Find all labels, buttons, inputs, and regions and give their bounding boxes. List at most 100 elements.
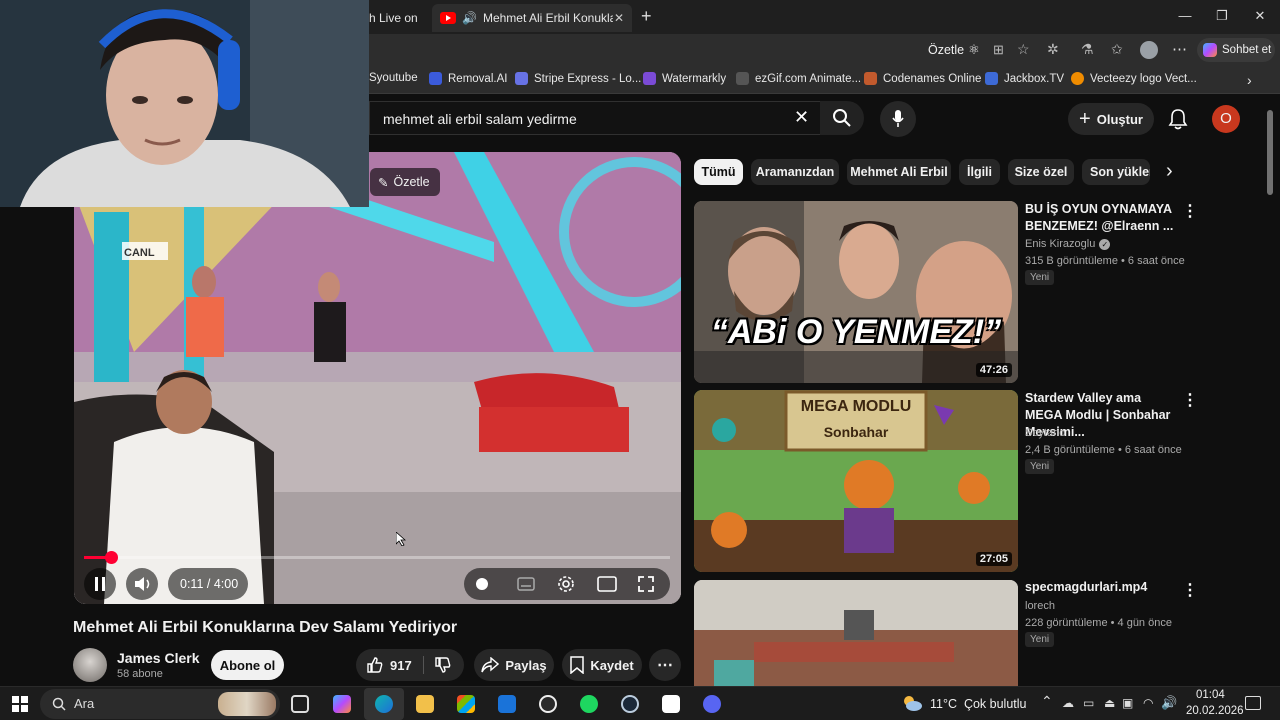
- clock-time[interactable]: 01:04: [1196, 689, 1225, 701]
- bookmark-favicon-icon: [643, 72, 656, 85]
- weather-text[interactable]: 11°C Çok bulutlu: [930, 697, 1026, 711]
- minimize-icon[interactable]: —: [1170, 8, 1200, 26]
- chat-button[interactable]: Sohbet et: [1197, 38, 1275, 62]
- weather-cloud-icon: [901, 693, 923, 713]
- bookmark-item[interactable]: Watermarkly: [643, 72, 726, 85]
- wifi-icon[interactable]: ◠: [1143, 696, 1153, 710]
- collections-icon[interactable]: ⚗: [1081, 41, 1094, 58]
- related-title[interactable]: BU İŞ OYUN OYNAMAYA BENZEMEZ! @Elraenn .…: [1025, 201, 1175, 235]
- steam-icon[interactable]: [621, 695, 639, 713]
- chips-next-chevron-icon[interactable]: ›: [1166, 160, 1173, 183]
- summarize-button[interactable]: Özetle ⚛: [928, 42, 980, 58]
- bookmark-item[interactable]: Codenames Online: [864, 72, 981, 85]
- notepad-icon[interactable]: [662, 695, 680, 713]
- autoplay-toggle[interactable]: [476, 578, 488, 590]
- file-explorer-icon[interactable]: [416, 695, 434, 713]
- favorite-star-icon[interactable]: ☆: [1017, 41, 1030, 58]
- bookmark-item[interactable]: Removal.AI: [429, 72, 507, 85]
- notifications-icon[interactable]: [1245, 696, 1261, 710]
- captions-icon[interactable]: [517, 577, 535, 591]
- bookmark-favicon-icon: [515, 72, 528, 85]
- video-duration: 47:26: [975, 363, 1012, 377]
- bookmark-item[interactable]: Stripe Express - Lo...: [515, 72, 641, 85]
- edge-browser-icon[interactable]: [375, 695, 393, 713]
- related-channel[interactable]: Enis Kirazoglu ✓: [1025, 238, 1111, 250]
- windows-start-icon[interactable]: [12, 696, 28, 712]
- chip-related[interactable]: İlgili: [959, 159, 1000, 185]
- account-avatar[interactable]: O: [1212, 105, 1240, 133]
- taskbar-search[interactable]: Ara: [40, 689, 280, 719]
- close-tab-icon[interactable]: ✕: [614, 11, 624, 25]
- volume-button[interactable]: [126, 568, 158, 600]
- related-thumbnail[interactable]: [694, 580, 1018, 686]
- fullscreen-icon[interactable]: [638, 576, 654, 592]
- thumbs-down-icon[interactable]: [434, 656, 452, 674]
- notifications-bell-icon[interactable]: [1168, 108, 1188, 130]
- chip-channel[interactable]: Mehmet Ali Erbil: [847, 159, 951, 185]
- related-channel[interactable]: lorech: [1025, 600, 1055, 612]
- discord-icon[interactable]: [703, 695, 721, 713]
- bookmark-item[interactable]: ezGif.com Animate...: [736, 72, 861, 85]
- more-actions-button[interactable]: ⋯: [649, 649, 681, 681]
- create-button[interactable]: + Oluştur: [1068, 103, 1154, 135]
- channel-name[interactable]: James Clerk: [117, 650, 200, 666]
- clock-date[interactable]: 20.02.2026: [1186, 705, 1244, 717]
- bookmark-item[interactable]: Jackbox.TV: [985, 72, 1064, 85]
- chip-recently-uploaded[interactable]: Son yüklen: [1082, 159, 1150, 185]
- more-vertical-icon[interactable]: ⋮: [1182, 201, 1198, 221]
- related-thumbnail[interactable]: MEGA MODLU Sonbahar 27:05: [694, 390, 1018, 572]
- related-channel[interactable]: Soytario: [1025, 427, 1065, 439]
- spotify-icon[interactable]: [580, 695, 598, 713]
- extensions-icon[interactable]: ✲: [1047, 41, 1059, 58]
- bookmark-item[interactable]: Syoutube: [369, 72, 418, 84]
- voice-search-button[interactable]: [880, 101, 916, 137]
- chip-from-search[interactable]: Aramanızdan: [751, 159, 839, 185]
- copilot-app-icon[interactable]: [333, 695, 351, 713]
- display-icon[interactable]: ▣: [1122, 696, 1133, 710]
- task-view-icon[interactable]: [291, 695, 309, 713]
- split-screen-icon[interactable]: ⊞: [993, 42, 1004, 58]
- subscribe-button[interactable]: Abone ol: [211, 650, 284, 680]
- progress-bar[interactable]: [84, 551, 670, 564]
- bookmark-item[interactable]: Vecteezy logo Vect...: [1071, 72, 1197, 85]
- related-thumbnail[interactable]: “ABi O YENMEZ!” 47:26: [694, 201, 1018, 383]
- microsoft-store-icon[interactable]: [457, 695, 475, 713]
- favorites-icon[interactable]: ✩: [1111, 41, 1123, 58]
- volume-tray-icon[interactable]: 🔊: [1161, 695, 1177, 711]
- chip-for-you[interactable]: Size özel: [1008, 159, 1074, 185]
- tab-youtube-video[interactable]: 🔊 Mehmet Ali Erbil Konuklarına ✕: [432, 4, 632, 32]
- video-player[interactable]: CANL ✎ Özetle 0:11 / 4:00: [74, 152, 681, 604]
- close-window-icon[interactable]: ✕: [1245, 8, 1275, 26]
- pause-button[interactable]: [84, 568, 116, 600]
- share-button[interactable]: Paylaş: [474, 649, 554, 681]
- pause-icon: [95, 577, 105, 591]
- save-button[interactable]: Kaydet: [562, 649, 642, 681]
- progress-scrubber[interactable]: [104, 551, 118, 564]
- search-button[interactable]: [820, 101, 864, 135]
- copilot-icon: ⚛: [968, 42, 980, 57]
- more-options-icon[interactable]: ⋯: [1172, 40, 1187, 58]
- related-title[interactable]: specmagdurlari.mp4: [1025, 579, 1175, 596]
- clear-search-icon[interactable]: ✕: [794, 107, 809, 128]
- channel-avatar[interactable]: [73, 648, 107, 682]
- outlook-icon[interactable]: [498, 695, 516, 713]
- theater-mode-icon[interactable]: [597, 576, 617, 592]
- profile-avatar-icon[interactable]: [1140, 41, 1158, 59]
- new-tab-icon[interactable]: +: [641, 6, 652, 27]
- page-scrollbar[interactable]: [1267, 110, 1273, 195]
- tray-chevron-icon[interactable]: ⌃: [1041, 693, 1053, 710]
- battery-icon[interactable]: ▭: [1083, 696, 1094, 710]
- onedrive-icon[interactable]: ☁: [1062, 696, 1074, 710]
- player-summarize-button[interactable]: ✎ Özetle: [370, 168, 440, 196]
- more-vertical-icon[interactable]: ⋮: [1182, 580, 1198, 600]
- bookmarks-overflow-chevron-icon[interactable]: ›: [1247, 72, 1252, 88]
- obs-studio-icon[interactable]: [539, 695, 557, 713]
- more-vertical-icon[interactable]: ⋮: [1182, 390, 1198, 410]
- search-input[interactable]: mehmet ali erbil salam yedirme ✕: [369, 101, 824, 135]
- maximize-icon[interactable]: ❐: [1207, 8, 1237, 26]
- settings-gear-icon[interactable]: [557, 575, 575, 593]
- tab-live[interactable]: h Live on: [369, 4, 431, 32]
- like-button[interactable]: 917: [366, 656, 412, 674]
- usb-icon[interactable]: ⏏: [1104, 696, 1115, 710]
- chip-all[interactable]: Tümü: [694, 159, 743, 185]
